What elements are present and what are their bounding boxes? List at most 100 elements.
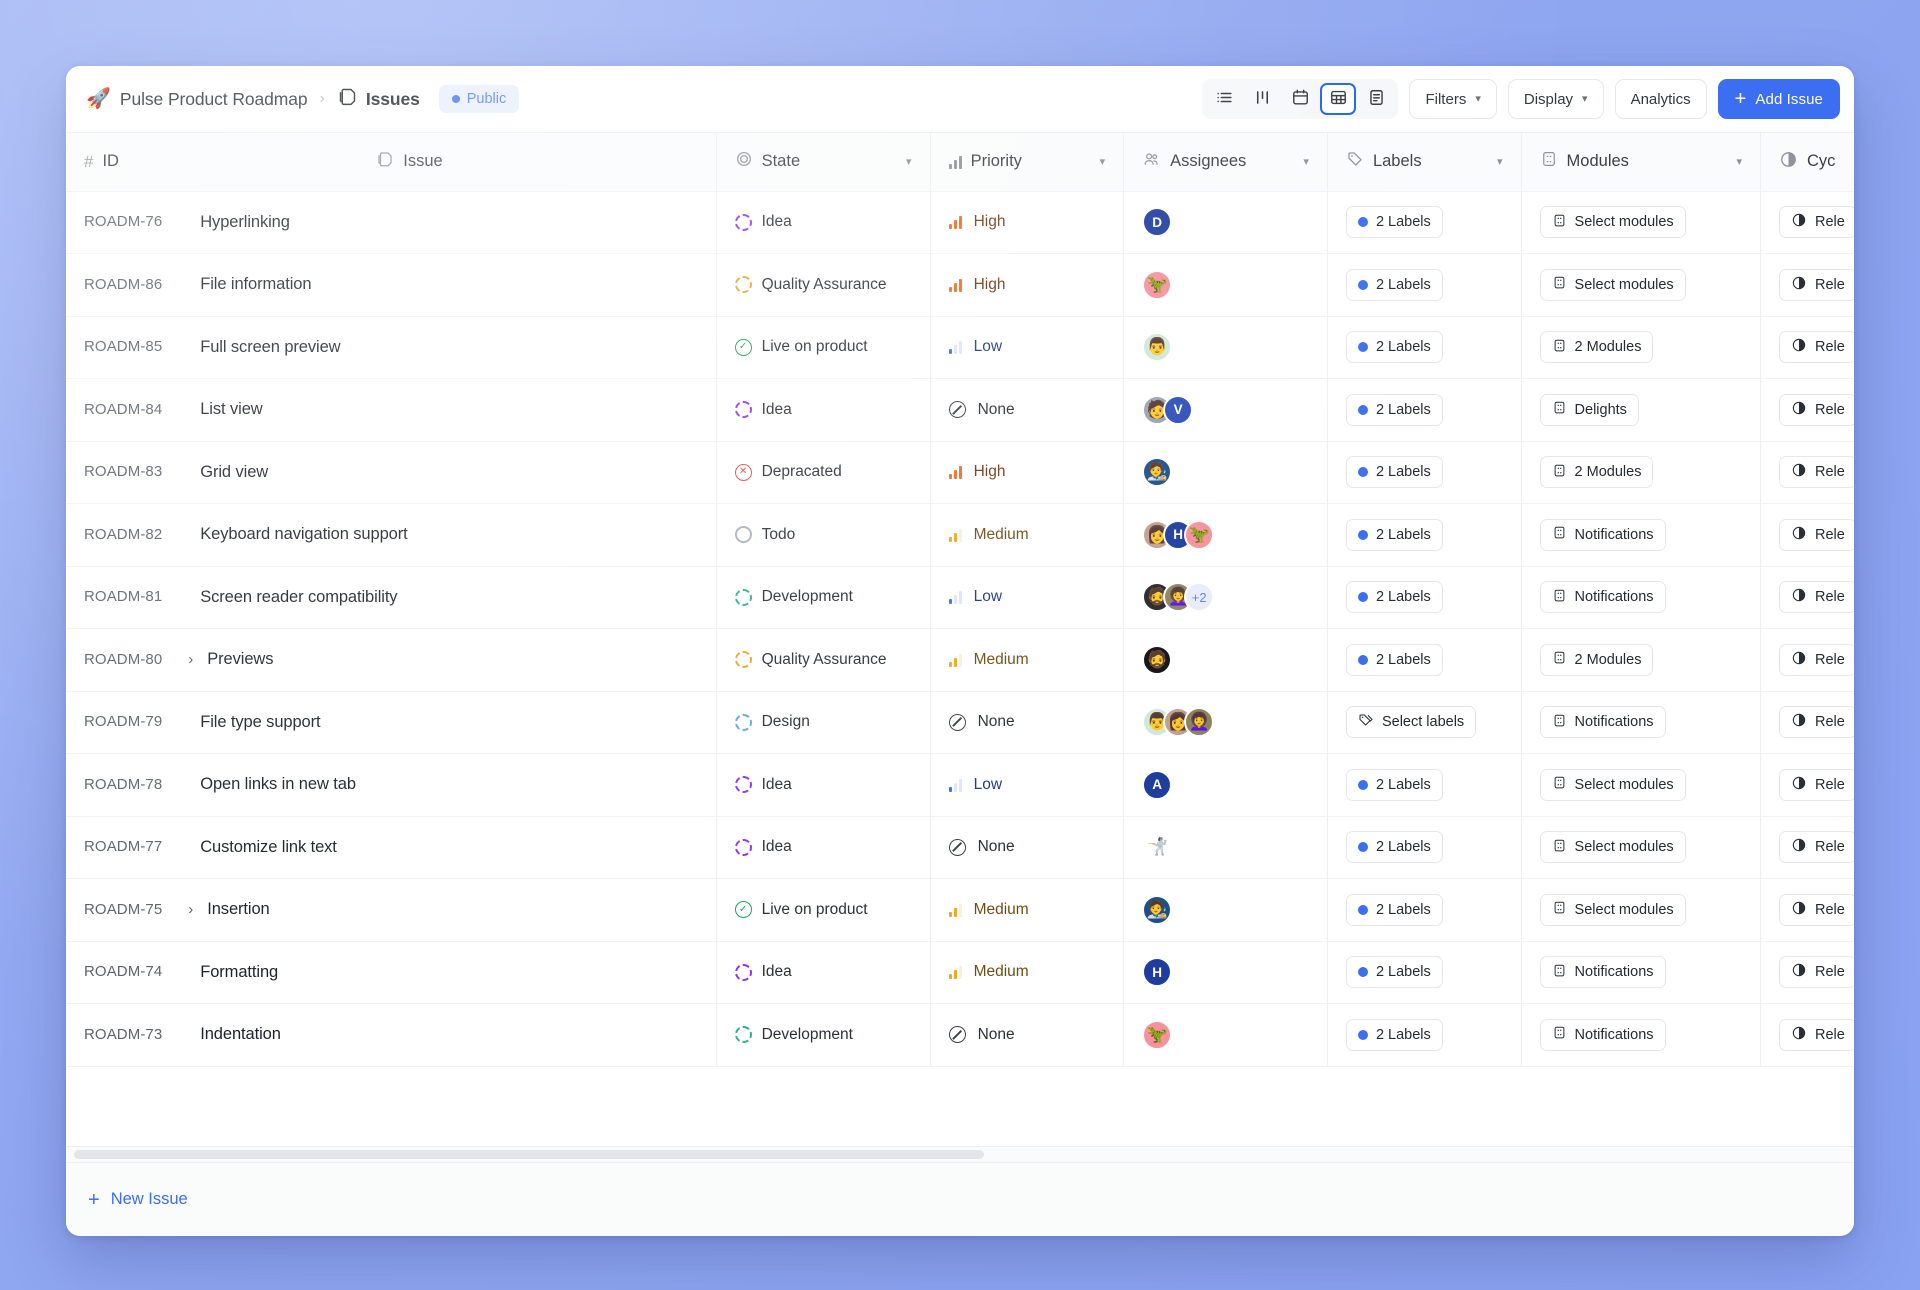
add-issue-button[interactable]: + Add Issue [1717, 79, 1840, 119]
labels-chip[interactable]: 2 Labels [1345, 206, 1443, 239]
labels-chip[interactable]: 2 Labels [1345, 831, 1443, 864]
priority-cell-wrap[interactable]: Medium [930, 878, 1125, 942]
issue-title-cell[interactable]: › Insertion [186, 878, 717, 942]
labels-cell[interactable]: 2 Labels [1327, 878, 1522, 942]
cycle-cell[interactable]: Rele [1760, 691, 1854, 754]
column-header-state[interactable]: State ▾ [716, 133, 931, 192]
assignees-cell-wrap[interactable]: 🧑‍🎨 [1123, 441, 1328, 504]
priority-cell[interactable]: Medium [948, 651, 1106, 669]
labels-cell[interactable]: Select labels [1327, 691, 1522, 754]
avatar[interactable]: 👩‍🦱 [1184, 707, 1215, 738]
table-row[interactable]: ROADM-85 Full screen preview ✓ Live on p… [66, 316, 1854, 379]
priority-cell-wrap[interactable]: High [930, 253, 1125, 317]
labels-chip[interactable]: 2 Labels [1345, 456, 1443, 489]
assignees-cell-wrap[interactable]: 🦖 [1123, 1003, 1328, 1067]
priority-cell[interactable]: None [948, 838, 1106, 856]
state-cell[interactable]: Idea [716, 191, 931, 254]
table-row[interactable]: ROADM-74 Formatting Idea Medium H 2 Labe… [66, 941, 1854, 1004]
labels-chip[interactable]: 2 Labels [1345, 331, 1443, 364]
labels-chip[interactable]: Select labels [1345, 706, 1477, 739]
modules-cell[interactable]: Select modules [1521, 191, 1762, 254]
state-cell[interactable]: Development [716, 566, 931, 629]
modules-cell[interactable]: 2 Modules [1521, 316, 1762, 379]
state-cell[interactable]: Quality Assurance [716, 253, 931, 317]
modules-chip[interactable]: Notifications [1539, 518, 1666, 551]
calendar-view-button[interactable] [1282, 83, 1318, 115]
labels-cell[interactable]: 2 Labels [1327, 753, 1522, 817]
state-cell[interactable]: Idea [716, 753, 931, 817]
labels-chip[interactable]: 2 Labels [1345, 768, 1443, 801]
assignees-cell[interactable]: 👨 [1142, 332, 1309, 363]
column-header-id[interactable]: # ID [66, 133, 187, 192]
avatar[interactable]: 👨 [1142, 332, 1173, 363]
labels-chip[interactable]: 2 Labels [1345, 1018, 1443, 1051]
display-button[interactable]: Display ▾ [1507, 79, 1604, 119]
assignees-cell-wrap[interactable]: 🧔 [1123, 628, 1328, 692]
state-cell[interactable]: Development [716, 1003, 931, 1067]
cycle-cell[interactable]: Rele [1760, 753, 1854, 817]
avatar[interactable]: 🤺 [1142, 832, 1173, 863]
avatar[interactable]: 🧑‍🎨 [1142, 457, 1173, 488]
cycle-cell[interactable]: Rele [1760, 503, 1854, 567]
priority-cell-wrap[interactable]: Low [930, 316, 1125, 379]
priority-cell[interactable]: Low [948, 776, 1106, 794]
issue-title-cell[interactable]: Hyperlinking [186, 191, 717, 254]
modules-cell[interactable]: Notifications [1521, 566, 1762, 629]
state-cell[interactable]: Todo [716, 503, 931, 567]
modules-cell[interactable]: 2 Modules [1521, 441, 1762, 504]
chevron-down-icon[interactable]: ▾ [1736, 155, 1742, 168]
table-row[interactable]: ROADM-80 › Previews Quality Assurance Me… [66, 628, 1854, 692]
labels-cell[interactable]: 2 Labels [1327, 316, 1522, 379]
avatar[interactable]: V [1163, 394, 1194, 425]
expand-caret-icon[interactable]: › [188, 901, 193, 918]
issue-title-cell[interactable]: Open links in new tab [186, 753, 717, 817]
modules-cell[interactable]: Select modules [1521, 753, 1762, 817]
cycle-cell[interactable]: Rele [1760, 878, 1854, 942]
priority-cell[interactable]: High [948, 463, 1106, 481]
assignees-cell[interactable]: 🧑 V [1142, 394, 1309, 425]
analytics-button[interactable]: Analytics [1614, 79, 1707, 119]
priority-cell-wrap[interactable]: None [930, 378, 1125, 442]
labels-cell[interactable]: 2 Labels [1327, 816, 1522, 879]
priority-cell[interactable]: Low [948, 338, 1106, 356]
cycle-chip[interactable]: Rele [1779, 643, 1854, 676]
kanban-view-button[interactable] [1244, 83, 1280, 115]
cycle-cell[interactable]: Rele [1760, 566, 1854, 629]
table-row[interactable]: ROADM-73 Indentation Development None 🦖 … [66, 1003, 1854, 1067]
issue-title-cell[interactable]: Indentation [186, 1003, 717, 1067]
table-row[interactable]: ROADM-84 List view Idea None 🧑 V 2 Labels [66, 378, 1854, 442]
priority-cell[interactable]: None [948, 1026, 1106, 1044]
cycle-chip[interactable]: Rele [1779, 893, 1854, 926]
modules-chip[interactable]: 2 Modules [1539, 643, 1654, 676]
table-row[interactable]: ROADM-86 File information Quality Assura… [66, 253, 1854, 317]
horizontal-scrollbar-thumb[interactable] [74, 1150, 984, 1159]
modules-chip[interactable]: Select modules [1539, 768, 1686, 801]
issue-title-cell[interactable]: File type support [186, 691, 717, 754]
assignees-cell-wrap[interactable]: 👨 👩 👩‍🦱 [1123, 691, 1328, 754]
priority-cell-wrap[interactable]: Low [930, 753, 1125, 817]
priority-cell[interactable]: High [948, 276, 1106, 294]
assignees-cell-wrap[interactable]: A [1123, 753, 1328, 817]
assignees-cell[interactable]: 👩 H 🦖 [1142, 519, 1309, 550]
cycle-chip[interactable]: Rele [1779, 331, 1854, 364]
modules-chip[interactable]: Select modules [1539, 206, 1686, 239]
assignees-cell[interactable]: 🧔 [1142, 644, 1309, 675]
state-cell[interactable]: Idea [716, 816, 931, 879]
modules-cell[interactable]: Notifications [1521, 1003, 1762, 1067]
issue-title-cell[interactable]: › Previews [186, 628, 717, 692]
cycle-cell[interactable]: Rele [1760, 628, 1854, 692]
issue-title-cell[interactable]: Formatting [186, 941, 717, 1004]
modules-chip[interactable]: Select modules [1539, 268, 1686, 301]
assignees-cell[interactable]: 🧑‍🎨 [1142, 894, 1309, 925]
list-view-button[interactable] [1206, 83, 1242, 115]
chevron-down-icon[interactable]: ▾ [1303, 155, 1309, 168]
labels-chip[interactable]: 2 Labels [1345, 581, 1443, 614]
chevron-down-icon[interactable]: ▾ [906, 155, 912, 168]
priority-cell[interactable]: None [948, 713, 1106, 731]
state-cell[interactable]: Design [716, 691, 931, 754]
priority-cell[interactable]: None [948, 401, 1106, 419]
issue-title-cell[interactable]: Full screen preview [186, 316, 717, 379]
table-row[interactable]: ROADM-79 File type support Design None 👨… [66, 691, 1854, 754]
cycle-cell[interactable]: Rele [1760, 441, 1854, 504]
modules-chip[interactable]: Notifications [1539, 581, 1666, 614]
